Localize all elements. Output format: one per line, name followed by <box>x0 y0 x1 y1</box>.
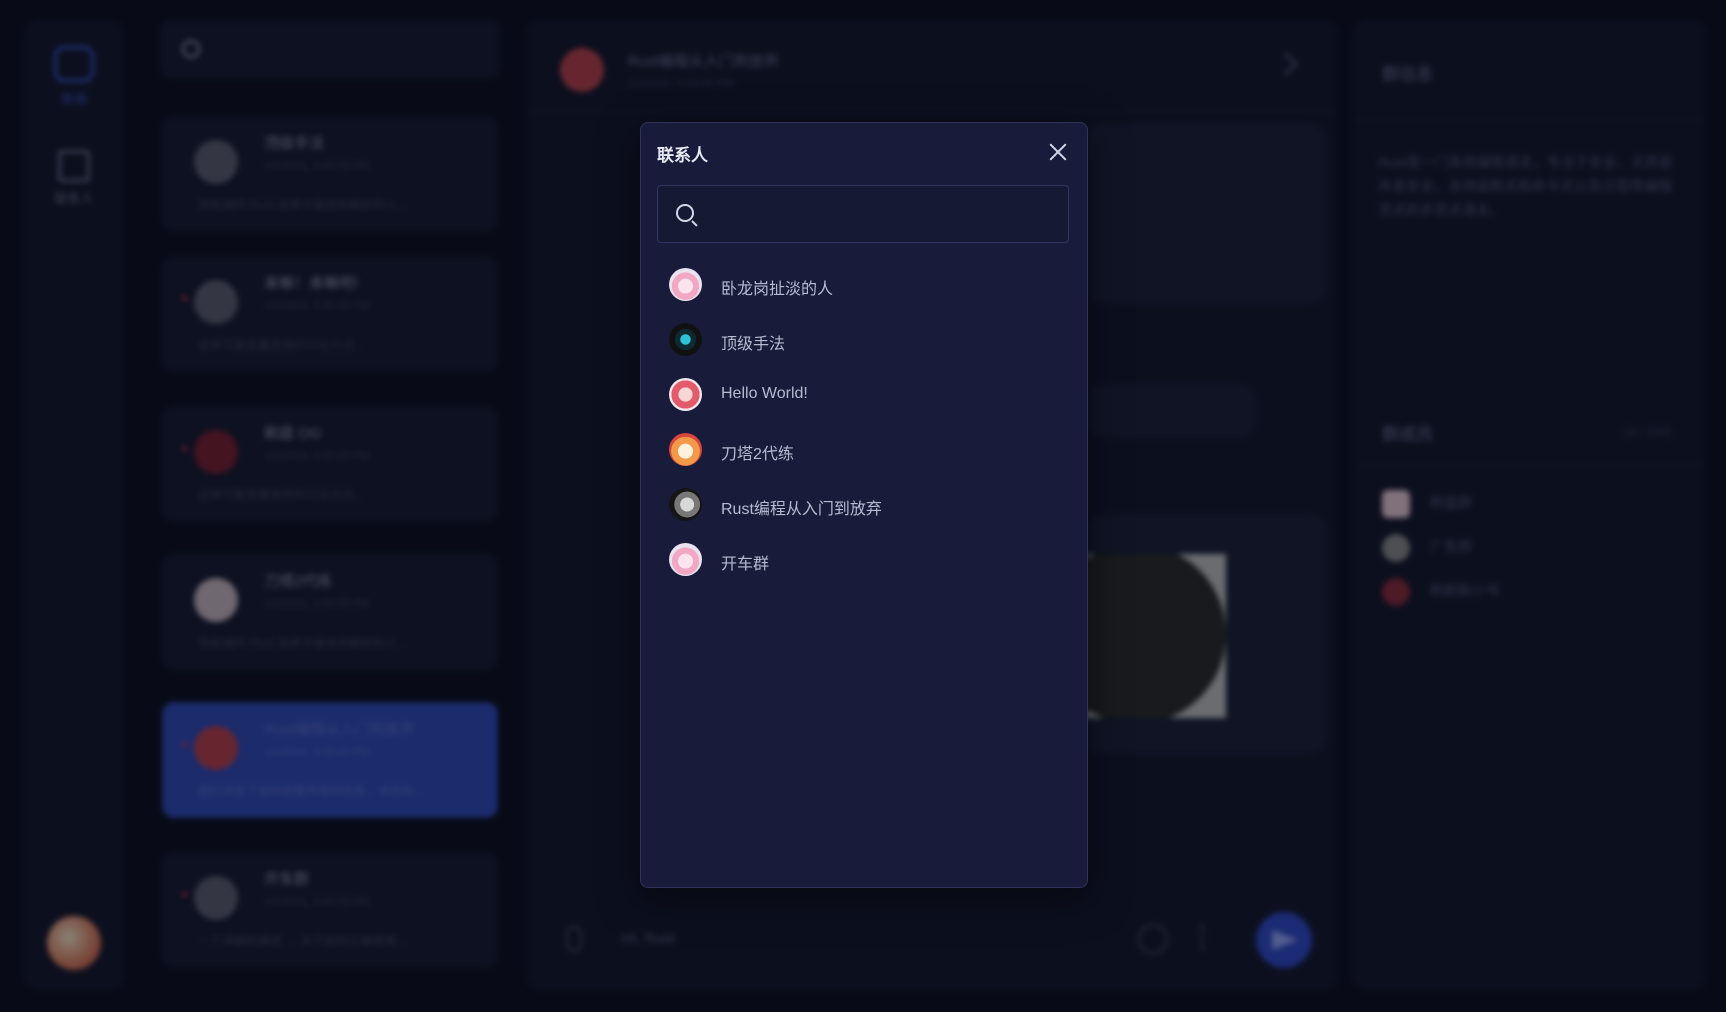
contact-item[interactable]: 顶级手法 <box>641 312 1087 367</box>
contact-item[interactable]: Rust编程从入门到放弃 <box>641 477 1087 532</box>
contact-name: 顶级手法 <box>721 336 786 353</box>
pink-avatar-icon <box>669 543 702 576</box>
search-icon <box>676 204 694 222</box>
red-avatar-icon <box>669 378 702 411</box>
contact-list: 卧龙岗扯淡的人 顶级手法 Hello World! 刀塔2代练 Rust编程从入… <box>641 257 1087 587</box>
contact-name: 开车群 <box>721 556 770 573</box>
grey-avatar-icon <box>669 488 702 521</box>
contact-name: 刀塔2代练 <box>721 446 794 463</box>
contact-search-box[interactable] <box>657 185 1069 244</box>
contact-item[interactable]: 开车群 <box>641 532 1087 587</box>
contact-name: Hello World! <box>721 385 808 402</box>
contact-item[interactable]: 卧龙岗扯淡的人 <box>641 257 1087 312</box>
contact-item[interactable]: 刀塔2代练 <box>641 422 1087 477</box>
dark-avatar-icon <box>669 323 702 356</box>
pink-avatar-icon <box>669 268 702 301</box>
contact-name: Rust编程从入门到放弃 <box>721 501 882 518</box>
fox-avatar-icon <box>669 433 702 466</box>
contacts-modal: 联系人 卧龙岗扯淡的人 顶级手法 Hello World! 刀塔2代练 Rust… <box>640 122 1088 888</box>
contact-search-input[interactable] <box>708 186 1062 244</box>
close-icon[interactable] <box>1045 139 1071 165</box>
modal-title: 联系人 <box>657 146 708 165</box>
contact-name: 卧龙岗扯淡的人 <box>721 281 834 298</box>
contact-item[interactable]: Hello World! <box>641 367 1087 422</box>
